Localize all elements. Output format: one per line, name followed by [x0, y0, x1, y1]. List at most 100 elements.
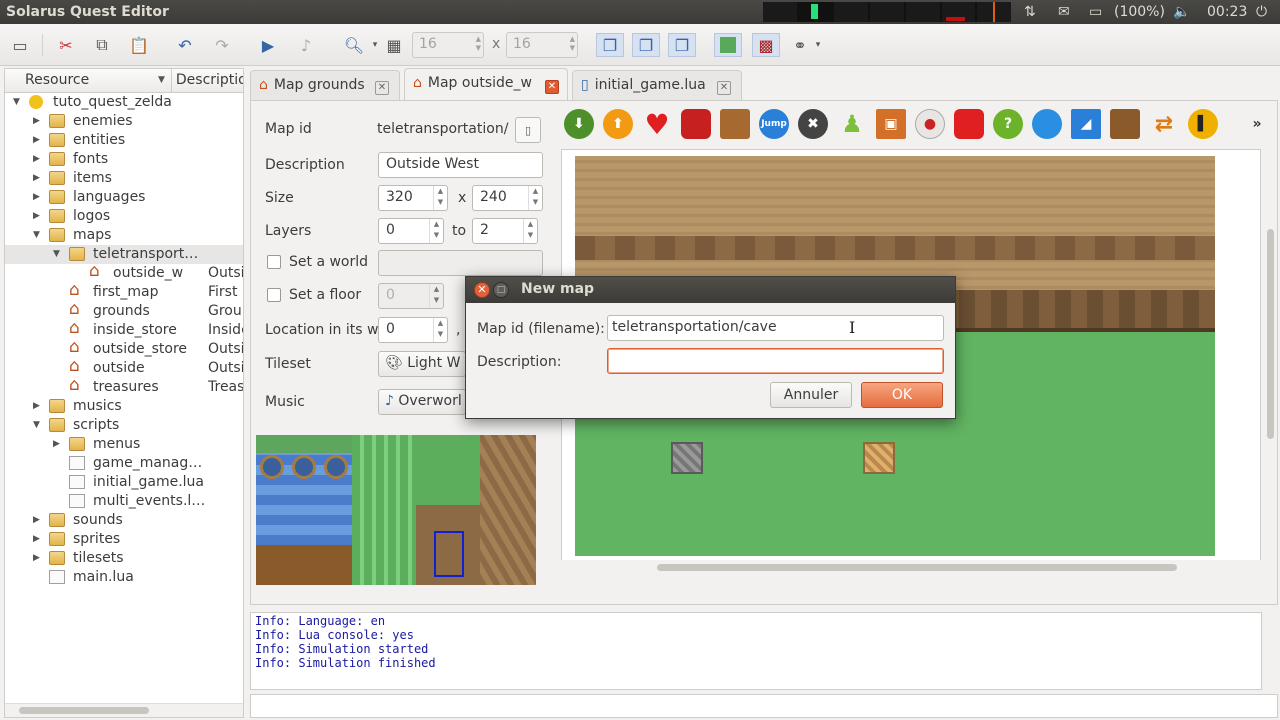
wall-icon[interactable]: [954, 109, 984, 139]
door-icon[interactable]: ▌: [1188, 109, 1218, 139]
clock[interactable]: 00:23: [1207, 0, 1247, 24]
tree-item[interactable]: ▼ tuto_quest_zelda: [5, 93, 243, 112]
console-input[interactable]: [250, 694, 1278, 718]
tree-item[interactable]: first_map First map: [5, 283, 243, 302]
tree-item[interactable]: ▶ languages: [5, 188, 243, 207]
grid-icon[interactable]: ▦: [382, 33, 406, 57]
pickable-icon[interactable]: ♥: [642, 108, 672, 141]
grid-height-spinbox[interactable]: 16 ▲ ▼: [506, 32, 578, 58]
expand-right-icon[interactable]: ▶: [33, 207, 40, 226]
spin-arrows-icon[interactable]: ▲ ▼: [429, 219, 443, 243]
spin-arrows-icon[interactable]: ▲ ▼: [476, 35, 481, 53]
set-floor-checkbox[interactable]: [267, 288, 281, 302]
teletransporter-icon[interactable]: ⬆: [603, 109, 633, 139]
tree-item[interactable]: outside Outside: [5, 359, 243, 378]
mail-icon[interactable]: ✉: [1058, 0, 1070, 24]
close-icon[interactable]: ✕: [717, 81, 731, 95]
stream-icon[interactable]: ⇄: [1149, 109, 1179, 139]
close-icon[interactable]: ✕: [474, 282, 490, 298]
map-vscrollbar[interactable]: [1263, 149, 1277, 561]
audio-icon[interactable]: ♪: [294, 33, 318, 57]
expand-right-icon[interactable]: ▶: [33, 511, 40, 530]
expand-right-icon[interactable]: ▶: [33, 549, 40, 568]
cut-icon[interactable]: ✂: [54, 33, 78, 57]
tree-item[interactable]: ▶ enemies: [5, 112, 243, 131]
tab-map-grounds[interactable]: ⌂ Map grounds ✕: [250, 70, 400, 100]
undo-icon[interactable]: ↶: [173, 33, 197, 57]
expand-right-icon[interactable]: ▶: [33, 112, 40, 131]
scroll-thumb[interactable]: [1267, 229, 1274, 439]
spin-arrows-icon[interactable]: ▲ ▼: [433, 318, 447, 342]
tileset-hscrollbar[interactable]: [256, 587, 536, 599]
tileset-vscrollbar[interactable]: [541, 435, 553, 585]
dialog-titlebar[interactable]: ✕ □ New map: [466, 277, 955, 303]
music-dropdown[interactable]: ♪ Overworl: [378, 389, 466, 415]
tree-item[interactable]: outside_w Outside West: [5, 264, 243, 283]
description-field[interactable]: Outside West: [378, 152, 543, 178]
tree-item[interactable]: ▶ fonts: [5, 150, 243, 169]
tree-item[interactable]: ▶ tilesets: [5, 549, 243, 568]
tree-item[interactable]: ▶ entities: [5, 131, 243, 150]
tree-item[interactable]: multi_events.l…: [5, 492, 243, 511]
destination-icon[interactable]: ⬇: [564, 109, 594, 139]
layers-from-spinbox[interactable]: 0 ▲ ▼: [378, 218, 444, 244]
layers-to-spinbox[interactable]: 2 ▲ ▼: [472, 218, 538, 244]
expand-right-icon[interactable]: ▶: [33, 188, 40, 207]
spin-arrows-icon[interactable]: ▲ ▼: [523, 219, 537, 243]
enemy-icon[interactable]: ✖: [798, 109, 828, 139]
tree-item[interactable]: ▶ sprites: [5, 530, 243, 549]
tree-item[interactable]: ▶ sounds: [5, 511, 243, 530]
ok-button[interactable]: OK: [861, 382, 943, 408]
jumper-icon[interactable]: Jump: [759, 109, 789, 139]
tree-item[interactable]: inside_store Inside store: [5, 321, 243, 340]
new-icon[interactable]: ▭: [8, 33, 32, 57]
expand-down-icon[interactable]: ▼: [13, 93, 20, 112]
header-resource[interactable]: Resource ▼: [5, 69, 172, 92]
expand-down-icon[interactable]: ▼: [33, 226, 40, 245]
battery-text[interactable]: (100%): [1114, 0, 1165, 24]
set-world-checkbox[interactable]: [267, 255, 281, 269]
battery-icon[interactable]: ▭: [1089, 0, 1102, 24]
expand-right-icon[interactable]: ▶: [33, 530, 40, 549]
switch-icon[interactable]: ●: [915, 109, 945, 139]
tree-item[interactable]: game_manag…: [5, 454, 243, 473]
size-width-spinbox[interactable]: 320 ▲ ▼: [378, 185, 448, 211]
tree-item[interactable]: grounds Grounds: [5, 302, 243, 321]
network-icon[interactable]: ⇅: [1024, 0, 1036, 24]
tree-item[interactable]: ▼ teletransport…: [5, 245, 243, 264]
map-stone-tile[interactable]: [863, 442, 895, 474]
stairs-icon[interactable]: ◢: [1071, 109, 1101, 139]
expand-right-icon[interactable]: ▶: [53, 435, 60, 454]
tileset-dropdown[interactable]: 🎨︎ Light W: [378, 351, 466, 377]
tab-initial-game-lua[interactable]: ▯ initial_game.lua ✕: [572, 70, 742, 100]
layer-low-icon[interactable]: ❐: [596, 33, 624, 57]
expand-right-icon[interactable]: ▶: [33, 150, 40, 169]
scroll-thumb[interactable]: [19, 707, 149, 714]
run-icon[interactable]: ▶: [256, 33, 280, 57]
tree-item[interactable]: ▶ logos: [5, 207, 243, 226]
open-script-icon[interactable]: ▯: [515, 117, 541, 143]
map-hscrollbar[interactable]: [561, 560, 1261, 574]
tree-item[interactable]: initial_game.lua: [5, 473, 243, 492]
copy-icon[interactable]: ⧉: [90, 33, 114, 57]
layer-high-icon[interactable]: ❐: [668, 33, 696, 57]
show-tiles-icon[interactable]: [714, 33, 742, 57]
tree-item[interactable]: ▼ maps: [5, 226, 243, 245]
sensor-icon[interactable]: ?: [993, 109, 1023, 139]
link-dropdown-icon[interactable]: ▾: [806, 33, 830, 57]
tree-item[interactable]: outside_store Outside store: [5, 340, 243, 359]
header-description[interactable]: Description: [172, 69, 243, 92]
expand-down-icon[interactable]: ▼: [33, 416, 40, 435]
expand-right-icon[interactable]: ▶: [33, 169, 40, 188]
paste-icon[interactable]: 📋: [127, 33, 151, 57]
more-entities-icon[interactable]: »: [1247, 109, 1267, 139]
maximize-icon[interactable]: □: [493, 282, 509, 298]
tree-item[interactable]: main.lua: [5, 568, 243, 587]
shop-treasure-icon[interactable]: [1110, 109, 1140, 139]
map-id-input[interactable]: teletransportation/cave: [607, 315, 944, 341]
close-icon[interactable]: ✕: [375, 81, 389, 95]
tree-hscrollbar[interactable]: [5, 703, 243, 717]
chest-icon[interactable]: [720, 109, 750, 139]
tree-item[interactable]: treasures Treasures: [5, 378, 243, 397]
spin-arrows-icon[interactable]: ▲ ▼: [570, 35, 575, 53]
